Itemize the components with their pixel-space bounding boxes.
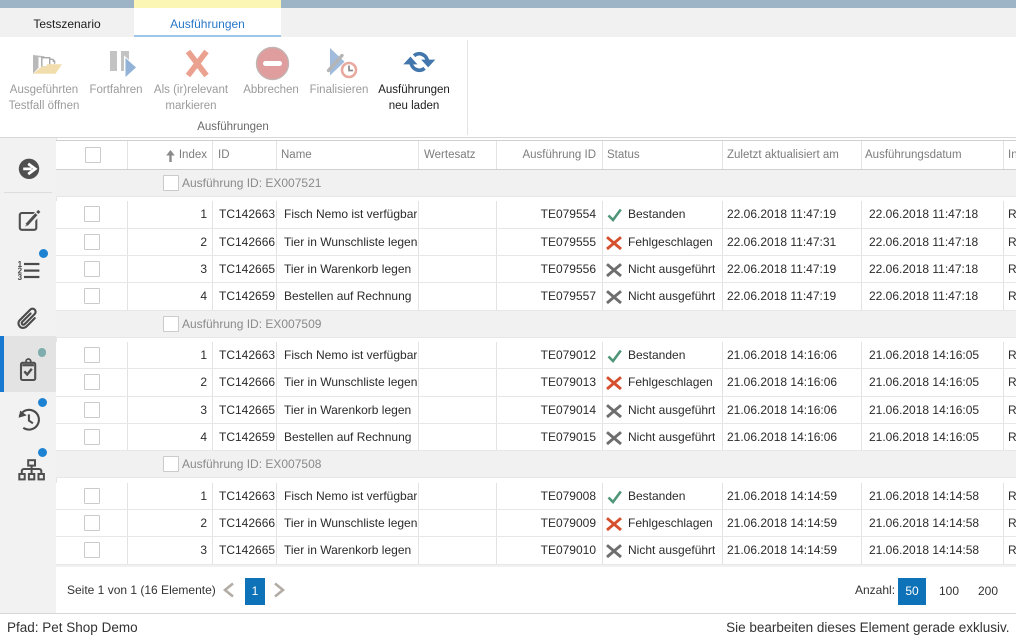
svg-text:3: 3: [18, 273, 23, 282]
